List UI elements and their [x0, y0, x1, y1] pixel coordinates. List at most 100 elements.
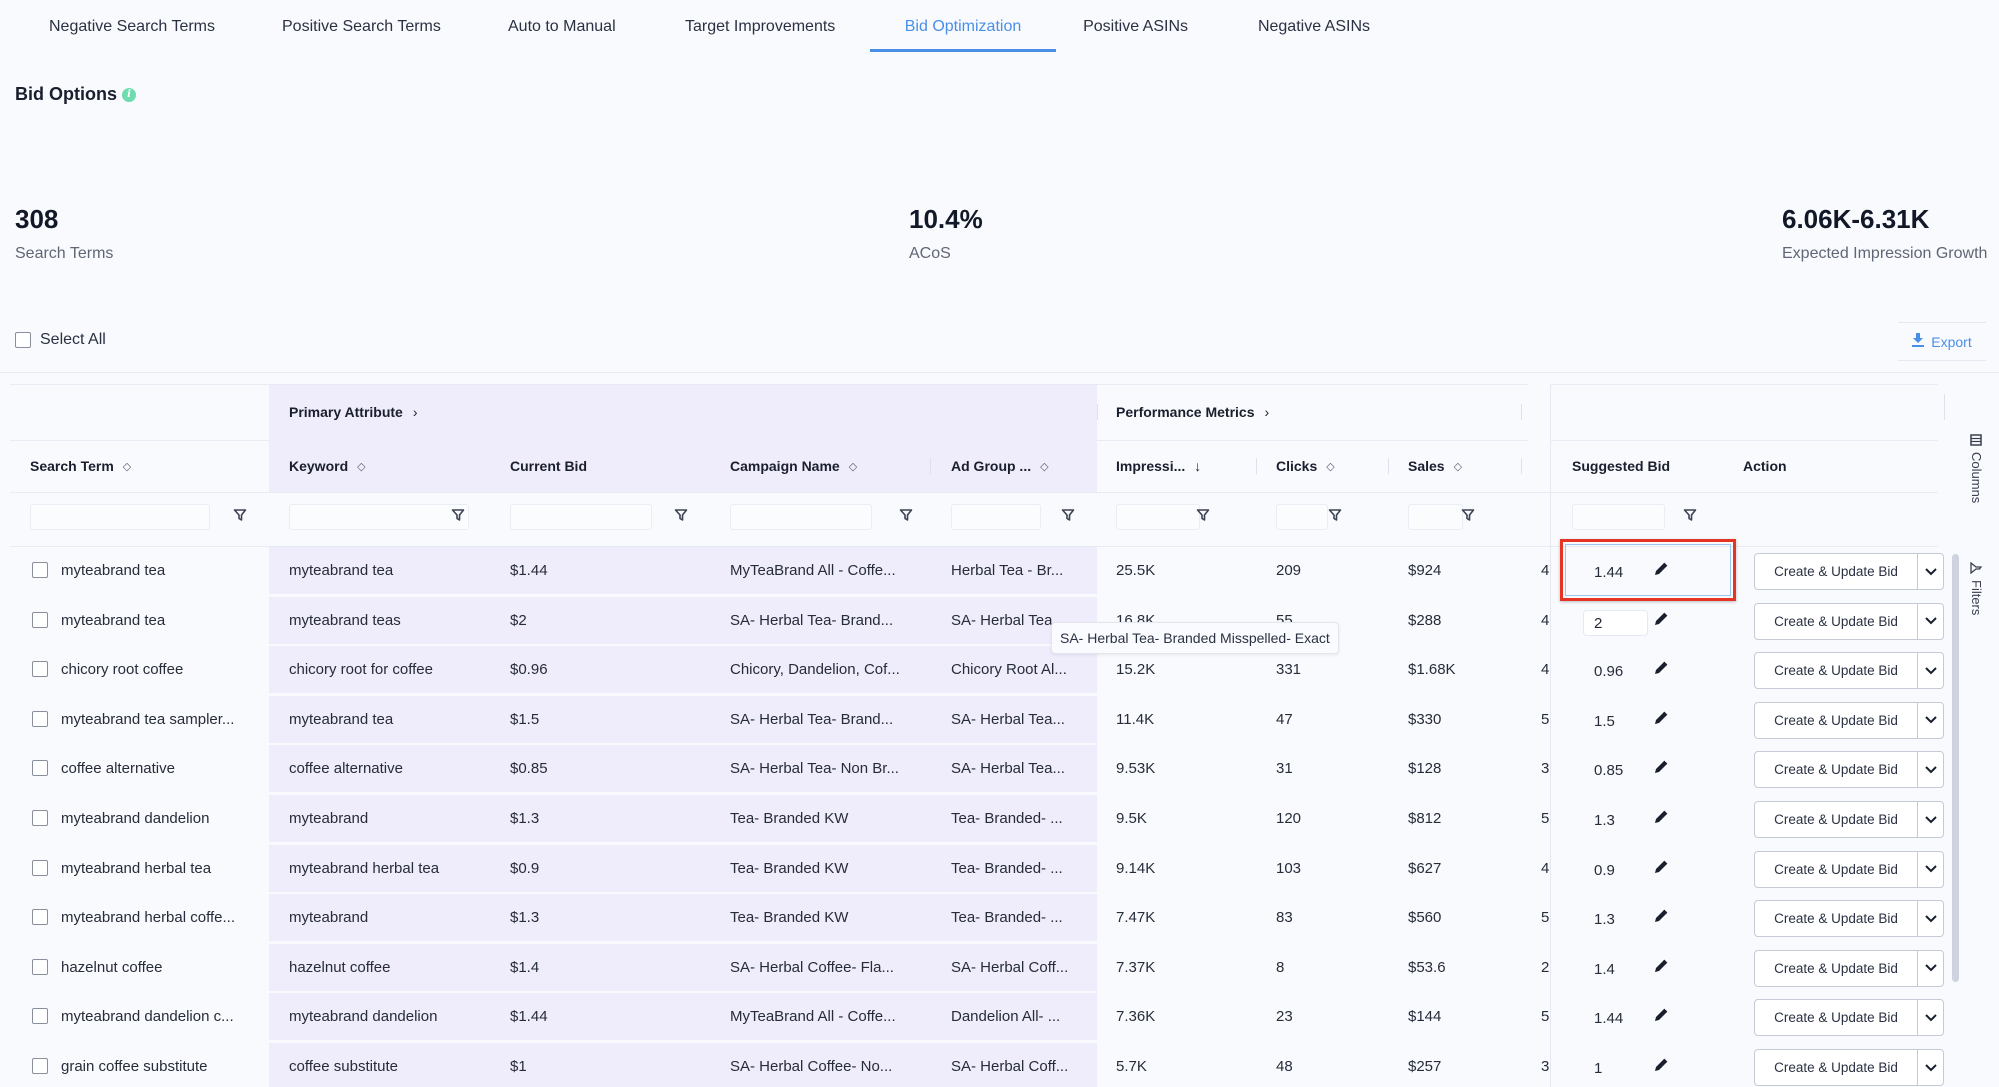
sort-icon[interactable]: ◇ — [357, 460, 365, 473]
filter-input-campaign-name[interactable] — [730, 504, 872, 530]
chevron-down-icon[interactable] — [1918, 554, 1943, 589]
filter-icon[interactable] — [1328, 508, 1342, 522]
chevron-down-icon[interactable] — [1918, 653, 1943, 688]
table-row[interactable]: grain coffee substitute coffee substitute… — [10, 1043, 1550, 1087]
sort-icon[interactable]: ◇ — [1040, 460, 1048, 473]
tab-positive-asins[interactable]: Positive ASINs — [1056, 0, 1188, 53]
row-checkbox[interactable] — [32, 909, 48, 926]
create-update-bid-button[interactable]: Create & Update Bid — [1755, 1000, 1918, 1036]
row-checkbox[interactable] — [32, 611, 48, 628]
col-header-impressions[interactable]: Impressi... ↓ — [1116, 440, 1201, 492]
suggested-bid-input[interactable]: 0.9 — [1594, 862, 1615, 879]
columns-panel-button[interactable]: Columns — [1969, 434, 1984, 503]
chevron-down-icon[interactable] — [1918, 604, 1943, 639]
sort-icon[interactable]: ◇ — [849, 460, 857, 473]
row-checkbox[interactable] — [32, 710, 48, 727]
pencil-icon[interactable] — [1653, 660, 1669, 676]
vertical-scrollbar[interactable] — [1952, 554, 1959, 982]
pencil-icon[interactable] — [1653, 958, 1669, 974]
filter-icon[interactable] — [451, 508, 465, 522]
filter-input-suggested-bid[interactable] — [1572, 504, 1665, 530]
chevron-down-icon[interactable] — [1918, 901, 1943, 936]
pencil-icon[interactable] — [1653, 859, 1669, 875]
pencil-icon[interactable] — [1653, 908, 1669, 924]
info-icon[interactable]: i — [122, 87, 136, 102]
create-update-bid-button[interactable]: Create & Update Bid — [1755, 802, 1918, 837]
pencil-icon[interactable] — [1653, 1057, 1669, 1073]
suggested-bid-input[interactable]: 1.44 — [1594, 1010, 1623, 1027]
select-all-checkbox[interactable] — [15, 332, 31, 348]
filter-icon[interactable] — [1461, 508, 1475, 522]
chevron-down-icon[interactable] — [1918, 1000, 1943, 1035]
table-row[interactable]: hazelnut coffee hazelnut coffee $1.4 SA- He… — [10, 943, 1550, 993]
filter-input-ad-group[interactable] — [951, 504, 1041, 530]
create-update-bid-button[interactable]: Create & Update Bid — [1755, 752, 1918, 788]
create-update-bid-button[interactable]: Create & Update Bid — [1755, 851, 1918, 887]
filter-icon[interactable] — [899, 508, 913, 522]
filter-input-clicks[interactable] — [1276, 504, 1328, 530]
suggested-bid-input[interactable]: 0.96 — [1594, 663, 1623, 680]
row-checkbox[interactable] — [32, 859, 48, 876]
table-row[interactable]: myteabrand dandelion myteabrand $1.3 Tea- B… — [10, 795, 1550, 844]
pencil-icon[interactable] — [1653, 710, 1669, 726]
row-checkbox[interactable] — [32, 1008, 48, 1025]
filter-input-search-term[interactable] — [30, 504, 210, 530]
table-row[interactable]: myteabrand tea sampler... myteabrand tea $… — [10, 695, 1550, 745]
row-checkbox[interactable] — [32, 562, 48, 578]
filter-icon[interactable] — [1196, 508, 1210, 522]
chevron-down-icon[interactable] — [1918, 951, 1943, 986]
pencil-icon[interactable] — [1653, 611, 1669, 627]
table-row[interactable]: myteabrand dandelion c... myteabrand dand… — [10, 993, 1550, 1042]
table-row[interactable]: coffee alternative coffee alternative $0.8… — [10, 745, 1550, 794]
filter-input-keyword[interactable] — [289, 504, 469, 530]
row-checkbox[interactable] — [32, 810, 48, 826]
create-update-bid-button[interactable]: Create & Update Bid — [1755, 901, 1918, 937]
chevron-down-icon[interactable] — [1918, 1050, 1943, 1085]
filter-icon[interactable] — [233, 508, 247, 522]
row-checkbox[interactable] — [32, 661, 48, 678]
suggested-bid-input[interactable]: 1.4 — [1594, 961, 1615, 978]
row-checkbox[interactable] — [32, 760, 48, 777]
filter-input-sales[interactable] — [1408, 504, 1463, 530]
create-update-bid-button[interactable]: Create & Update Bid — [1755, 653, 1918, 689]
tab-bid-optimization[interactable]: Bid Optimization — [870, 0, 1056, 53]
suggested-bid-input[interactable]: 1.3 — [1594, 812, 1615, 829]
suggested-bid-input[interactable]: 0.85 — [1594, 762, 1623, 779]
filter-icon[interactable] — [1683, 508, 1697, 522]
chevron-down-icon[interactable] — [1918, 802, 1943, 837]
chevron-down-icon[interactable] — [1918, 752, 1943, 787]
create-update-bid-button[interactable]: Create & Update Bid — [1755, 702, 1918, 738]
highlighted-suggested-bid-cell[interactable] — [1560, 539, 1736, 601]
arrow-down-icon[interactable]: ↓ — [1194, 458, 1201, 474]
create-update-bid-button[interactable]: Create & Update Bid — [1755, 603, 1918, 639]
tab-negative-asins[interactable]: Negative ASINs — [1188, 0, 1370, 53]
export-button[interactable]: Export — [1898, 322, 1986, 361]
pencil-icon[interactable] — [1653, 809, 1669, 825]
suggested-bid-input[interactable]: 2 — [1583, 609, 1648, 636]
group-performance-metrics[interactable]: Performance Metrics › — [1116, 384, 1269, 440]
table-row[interactable]: myteabrand herbal tea myteabrand herbal t… — [10, 844, 1550, 894]
suggested-bid-input[interactable]: 1 — [1594, 1060, 1602, 1077]
sort-icon[interactable]: ◇ — [123, 460, 131, 473]
create-update-bid-button[interactable]: Create & Update Bid — [1755, 1050, 1918, 1085]
suggested-bid-input[interactable]: 1.5 — [1594, 713, 1615, 730]
col-header-clicks[interactable]: Clicks ◇ — [1276, 440, 1335, 492]
sort-icon[interactable]: ◇ — [1326, 460, 1334, 473]
col-header-current-bid[interactable]: Current Bid — [510, 440, 587, 492]
tab-target-improvements[interactable]: Target Improvements — [685, 0, 870, 53]
col-header-suggested-bid[interactable]: Suggested Bid — [1572, 440, 1670, 492]
create-update-bid-button[interactable]: Create & Update Bid — [1755, 950, 1918, 986]
col-header-sales[interactable]: Sales ◇ — [1408, 440, 1462, 492]
filter-icon[interactable] — [674, 508, 688, 522]
tab-auto-to-manual[interactable]: Auto to Manual — [508, 0, 685, 53]
filter-input-impressions[interactable] — [1116, 504, 1200, 530]
group-primary-attribute[interactable]: Primary Attribute › — [289, 384, 418, 440]
filter-icon[interactable] — [1061, 508, 1075, 522]
filter-input-current-bid[interactable] — [510, 504, 652, 530]
col-header-ad-group[interactable]: Ad Group ... ◇ — [951, 440, 1049, 492]
tab-negative-search-terms[interactable]: Negative Search Terms — [49, 0, 282, 53]
pencil-icon[interactable] — [1653, 1007, 1669, 1023]
table-row[interactable]: myteabrand herbal coffe... myteabrand $1.3… — [10, 894, 1550, 943]
table-row[interactable]: myteabrand tea myteabrand tea $1.44 MyTeaBr… — [10, 547, 1550, 596]
chevron-down-icon[interactable] — [1918, 703, 1943, 738]
